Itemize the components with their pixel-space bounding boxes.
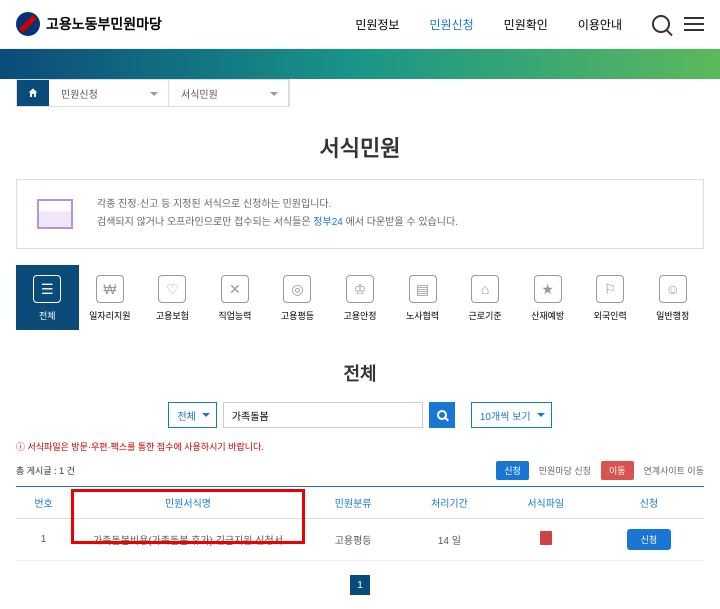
cat-icon: ★ <box>534 275 562 303</box>
table-row: 1 가족돌봄비용(가족돌봄 휴가) 긴급지원 신청서 고용평등 14 일 신청 <box>16 519 704 561</box>
cat-icon: ⚐ <box>596 275 624 303</box>
magnifier-icon <box>437 410 447 420</box>
pagination: 1 <box>0 561 720 609</box>
cat-insurance[interactable]: ♡고용보험 <box>141 265 204 330</box>
legend-badge-apply: 신청 <box>496 461 529 480</box>
header-gradient <box>0 49 720 79</box>
apply-button[interactable]: 신청 <box>627 529 672 550</box>
home-icon <box>27 87 39 99</box>
form-notice: ⓘ 서식파일은 방문·우편·팩스를 통한 접수에 사용하시기 바랍니다. <box>0 440 720 461</box>
th-name: 민원서식명 <box>71 487 305 519</box>
th-no: 번호 <box>16 487 71 519</box>
nav-item-apply[interactable]: 민원신청 <box>429 16 473 33</box>
th-period: 처리기간 <box>401 487 497 519</box>
cat-all-icon: ☰ <box>33 275 61 303</box>
info-text: 각종 진정·신고 등 지정된 서식으로 신청하는 민원입니다. 검색되지 않거나… <box>97 196 458 232</box>
cat-icon: ☺ <box>659 275 687 303</box>
cat-job-support[interactable]: ₩일자리지원 <box>79 265 142 330</box>
legend-row: 총 게시글 : 1 건 신청 민원마당 신청 이동 연계사이트 이동 <box>0 461 720 486</box>
nav-item-check[interactable]: 민원확인 <box>504 16 548 33</box>
legend-text-1: 민원마당 신청 <box>539 464 591 477</box>
breadcrumb-level-2[interactable]: 서식민원 <box>169 80 289 106</box>
page-current[interactable]: 1 <box>350 575 370 595</box>
cell-file <box>498 519 594 561</box>
th-file: 서식파일 <box>498 487 594 519</box>
cat-foreign[interactable]: ⚐외국인력 <box>579 265 642 330</box>
info-box: 각종 진정·신고 등 지정된 서식으로 신청하는 민원입니다. 검색되지 않거나… <box>16 179 704 249</box>
info-line1: 각종 진정·신고 등 지정된 서식으로 신청하는 민원입니다. <box>97 196 458 214</box>
cat-icon: ♔ <box>346 275 374 303</box>
table-header-row: 번호 민원서식명 민원분류 처리기간 서식파일 신청 <box>16 487 704 519</box>
nav-item-guide[interactable]: 이용안내 <box>578 16 622 33</box>
cell-name[interactable]: 가족돌봄비용(가족돌봄 휴가) 긴급지원 신청서 <box>71 519 305 561</box>
th-category: 민원분류 <box>305 487 401 519</box>
breadcrumb: 민원신청 서식민원 <box>16 79 290 107</box>
legend-badge-move: 이동 <box>601 461 634 480</box>
cat-icon: ◎ <box>283 275 311 303</box>
site-logo[interactable]: 고용노동부민원마당 <box>16 12 162 36</box>
search-input[interactable] <box>223 402 423 428</box>
cat-stability[interactable]: ♔고용안정 <box>329 265 392 330</box>
cat-safety[interactable]: ★산재예방 <box>516 265 579 330</box>
search-row: 전체 10개씩 보기 <box>0 402 720 440</box>
search-button[interactable] <box>429 402 455 428</box>
filter-select[interactable]: 전체 <box>168 402 216 428</box>
breadcrumb-home[interactable] <box>17 80 49 106</box>
gov24-link[interactable]: 정부24 <box>313 217 343 228</box>
file-download-icon[interactable] <box>540 531 552 545</box>
cat-labor-coop[interactable]: ▤노사협력 <box>391 265 454 330</box>
document-icon <box>37 199 73 229</box>
section-title: 전체 <box>0 330 720 402</box>
legend-text-2: 연계사이트 이동 <box>644 464 704 477</box>
result-count: 총 게시글 : 1 건 <box>16 464 75 477</box>
search-icon[interactable] <box>652 15 670 33</box>
hamburger-menu-icon[interactable] <box>684 17 704 31</box>
cat-icon: ⌂ <box>471 275 499 303</box>
cat-general[interactable]: ☺일반행정 <box>641 265 704 330</box>
logo-text: 고용노동부민원마당 <box>46 14 162 34</box>
breadcrumb-level-1[interactable]: 민원신청 <box>49 80 169 106</box>
result-table: 번호 민원서식명 민원분류 처리기간 서식파일 신청 1 가족돌봄비용(가족돌봄… <box>16 486 704 561</box>
cat-icon: ₩ <box>96 275 124 303</box>
perpage-select[interactable]: 10개씩 보기 <box>471 402 552 428</box>
main-nav: 민원정보 민원신청 민원확인 이용안내 <box>355 16 622 33</box>
cat-equality[interactable]: ◎고용평등 <box>266 265 329 330</box>
category-bar: ☰전체 ₩일자리지원 ♡고용보험 ✕직업능력 ◎고용평등 ♔고용안정 ▤노사협력… <box>16 265 704 330</box>
cat-skill[interactable]: ✕직업능력 <box>204 265 267 330</box>
th-action: 신청 <box>594 487 704 519</box>
cell-category: 고용평등 <box>305 519 401 561</box>
cell-action: 신청 <box>594 519 704 561</box>
cat-icon: ▤ <box>409 275 437 303</box>
info-line2: 검색되지 않거나 오프라인으로만 접수되는 서식들은 정부24 에서 다운받을 … <box>97 214 458 232</box>
nav-item-info[interactable]: 민원정보 <box>355 16 399 33</box>
cat-icon: ♡ <box>158 275 186 303</box>
cat-labor-std[interactable]: ⌂근로기준 <box>454 265 517 330</box>
cell-no: 1 <box>16 519 71 561</box>
page-title: 서식민원 <box>0 107 720 179</box>
cat-icon: ✕ <box>221 275 249 303</box>
cat-all[interactable]: ☰전체 <box>16 265 79 330</box>
logo-emblem-icon <box>16 12 40 36</box>
cell-period: 14 일 <box>401 519 497 561</box>
